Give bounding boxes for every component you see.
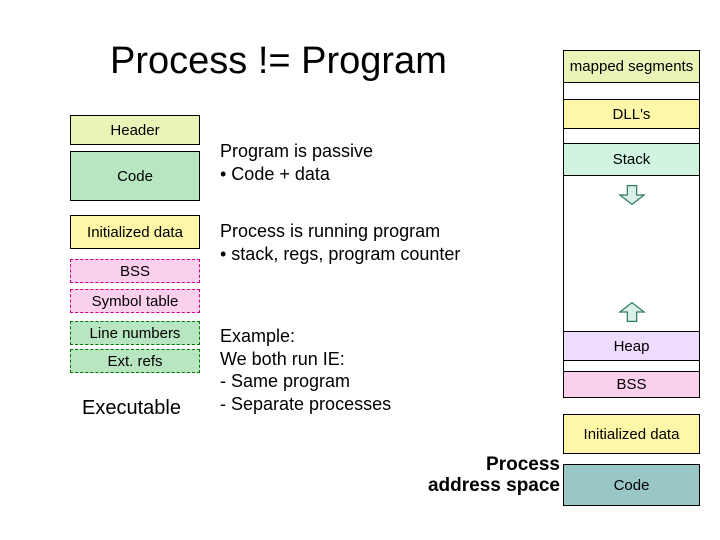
seg-stack: Stack: [563, 143, 700, 176]
page-title: Process != Program: [110, 40, 447, 83]
executable-layout: Header Code Initialized data BSS Symbol …: [70, 115, 200, 373]
process-address-space-label: Process address space: [420, 455, 560, 497]
arrow-up-icon: [618, 301, 646, 323]
text-line: address space: [428, 475, 560, 496]
stack-heap-gap: [563, 176, 700, 331]
text-line: • Code + data: [220, 163, 373, 186]
seg-mapped-segments: mapped segments: [563, 50, 700, 83]
exec-ext-refs: Ext. refs: [70, 349, 200, 373]
seg-dlls: DLL's: [563, 99, 700, 129]
exec-initialized-data: Initialized data: [70, 215, 200, 249]
seg-heap: Heap: [563, 331, 700, 361]
text-line: - Same program: [220, 370, 391, 393]
seg-initialized-data: Initialized data: [563, 414, 700, 454]
text-line: - Separate processes: [220, 393, 391, 416]
text-line: Process is running program: [220, 220, 460, 243]
exec-header: Header: [70, 115, 200, 145]
exec-line-numbers: Line numbers: [70, 321, 200, 345]
arrow-down-icon: [618, 184, 646, 206]
seg-bss: BSS: [563, 371, 700, 398]
text-line: Process: [486, 454, 560, 475]
text-line: Example:: [220, 325, 391, 348]
text-example: Example: We both run IE: - Same program …: [220, 325, 391, 415]
text-process-running: Process is running program • stack, regs…: [220, 220, 460, 265]
text-program-passive: Program is passive • Code + data: [220, 140, 373, 185]
seg-code: Code: [563, 464, 700, 506]
text-line: • stack, regs, program counter: [220, 243, 460, 266]
executable-label: Executable: [82, 397, 181, 420]
text-line: We both run IE:: [220, 348, 391, 371]
exec-bss: BSS: [70, 259, 200, 283]
exec-code: Code: [70, 151, 200, 201]
exec-symbol-table: Symbol table: [70, 289, 200, 313]
text-line: Program is passive: [220, 140, 373, 163]
process-address-space: mapped segments DLL's Stack Heap BSS Ini…: [563, 50, 700, 506]
